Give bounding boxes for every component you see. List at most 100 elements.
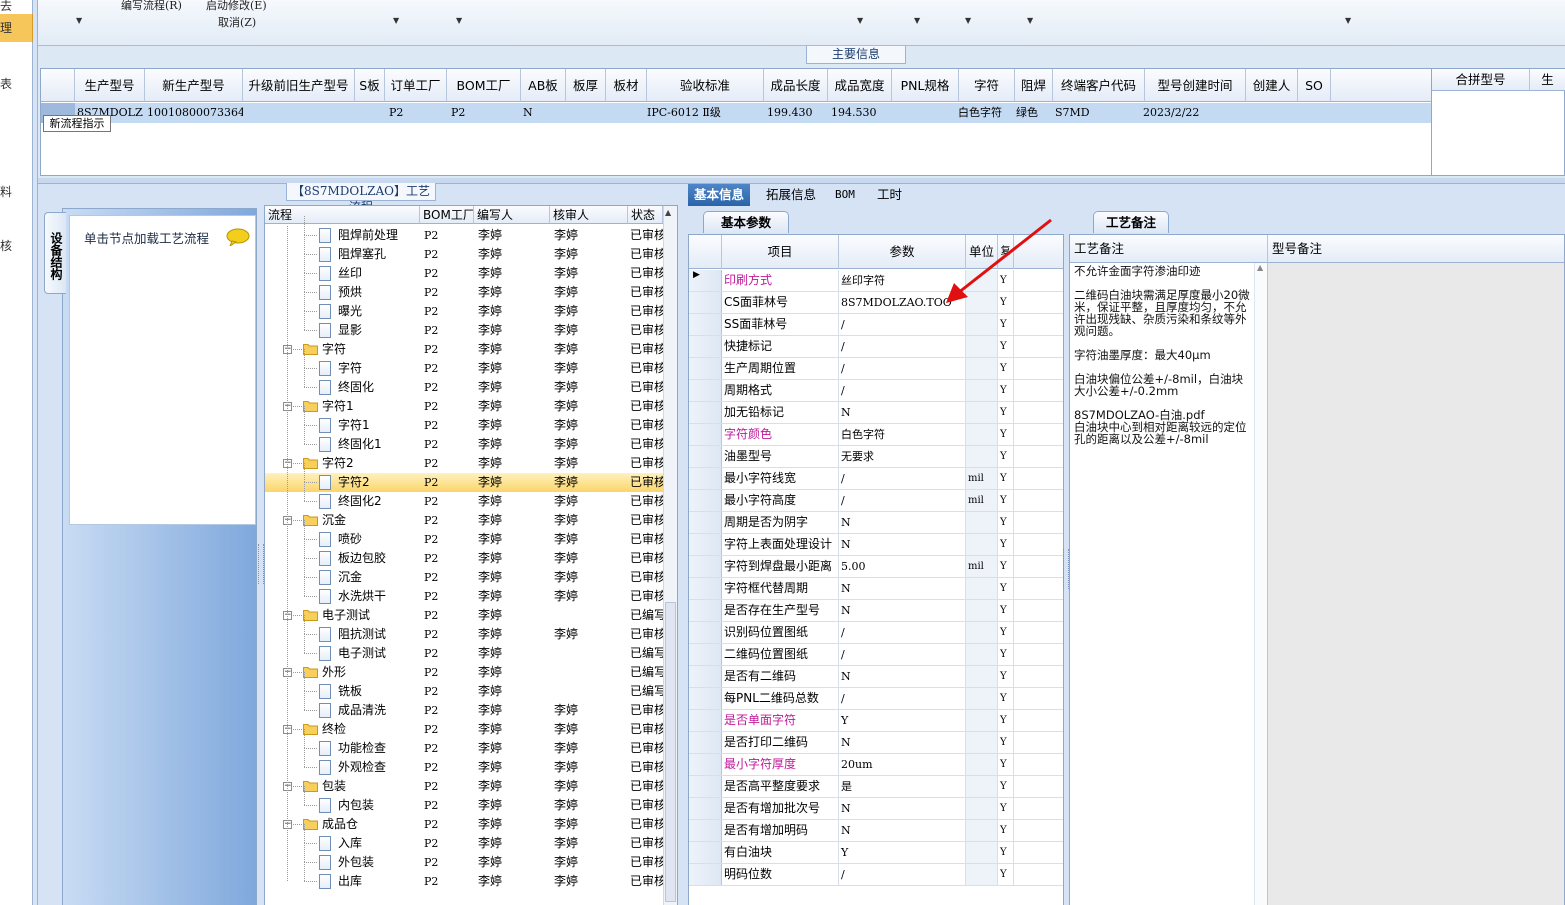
param-row[interactable]: 是否打印二维码 N Y [689,732,1063,754]
tree-node-label[interactable]: 内包装 [338,796,420,815]
param-flag[interactable]: Y [998,688,1014,709]
row-header[interactable] [689,842,722,863]
col-s-board[interactable]: S板 [355,69,385,102]
param-value[interactable]: / [839,688,966,709]
param-value[interactable]: N [839,578,966,599]
edit-flow-button[interactable]: 编写流程(R) [121,0,182,13]
tree-node-label[interactable]: 终固化 [338,378,420,397]
param-flag[interactable]: Y [998,710,1014,731]
param-value[interactable]: Y [839,710,966,731]
tree-node-label[interactable]: 沉金 [322,511,420,530]
param-value[interactable]: 5.00 [839,556,966,577]
row-header[interactable] [689,820,722,841]
param-value[interactable]: / [839,358,966,379]
col-reviewer[interactable]: 核审人 [550,206,628,224]
param-flag[interactable]: Y [998,336,1014,357]
param-flag[interactable]: Y [998,358,1014,379]
param-row[interactable]: 是否存在生产型号 N Y [689,600,1063,622]
tree-node-label[interactable]: 成品清洗 [338,701,420,720]
col-order-factory[interactable]: 订单工厂 [385,69,447,102]
tree-row[interactable]: 终固化1 P2 李婷 李婷 已审核 [265,435,663,454]
param-value[interactable]: 无要求 [839,446,966,467]
tree-row[interactable]: 丝印 P2 李婷 李婷 已审核 [265,264,663,283]
tree-row[interactable]: 沉金 P2 李婷 李婷 已审核 [265,568,663,587]
col-old-model[interactable]: 升级前旧生产型号 [243,69,355,102]
tree-row[interactable]: 字符 P2 李婷 李婷 已审核 [265,359,663,378]
tab-basic-params[interactable]: 基本参数 [703,211,789,233]
row-header[interactable] [689,490,722,511]
param-row[interactable]: SS面菲林号 / Y [689,314,1063,336]
row-header[interactable] [689,644,722,665]
cell-order-factory[interactable]: P2 [389,103,429,123]
row-header[interactable] [689,798,722,819]
param-row[interactable]: 最小字符线宽 / mil Y [689,468,1063,490]
row-header[interactable] [689,578,722,599]
col-flow[interactable]: 流程 [265,206,420,224]
load-hint[interactable]: 单击节点加载工艺流程 [84,228,209,247]
param-flag[interactable]: Y [998,776,1014,797]
row-header[interactable] [689,358,722,379]
col-ab-board[interactable]: AB板 [521,69,566,102]
param-flag[interactable]: Y [998,820,1014,841]
dropdown-arrow-icon[interactable]: ▼ [1345,16,1351,25]
nav-item-3[interactable]: 料 [0,178,33,206]
tree-node-label[interactable]: 外观检查 [338,758,420,777]
param-row[interactable]: 明码位数 / Y [689,864,1063,886]
tree-row[interactable]: 终固化 P2 李婷 李婷 已审核 [265,378,663,397]
param-flag[interactable]: Y [998,666,1014,687]
param-value[interactable]: N [839,798,966,819]
param-row[interactable]: 是否有增加批次号 N Y [689,798,1063,820]
tree-node-label[interactable]: 喷砂 [338,530,420,549]
col-merge-extra[interactable]: 生 [1530,69,1565,91]
param-flag[interactable]: Y [998,600,1014,621]
col-merge-model[interactable]: 合拼型号 [1432,69,1530,91]
cell-width[interactable]: 194.530 [831,103,891,123]
tab-basic-info[interactable]: 基本信息 [688,184,751,206]
col-length[interactable]: 成品长度 [764,69,828,102]
param-row[interactable]: 字符颜色 白色字符 Y [689,424,1063,446]
param-row[interactable]: 是否有二维码 N Y [689,666,1063,688]
tree-row[interactable]: 字符1 P2 李婷 李婷 已审核 [265,416,663,435]
cancel-button[interactable]: 取消(Z) [218,14,256,30]
row-header[interactable] [689,468,722,489]
tree-node-label[interactable]: 出库 [338,872,420,891]
cell-created[interactable]: 2023/2/22 [1143,103,1243,123]
tree-node-label[interactable]: 水洗烘干 [338,587,420,606]
tree-node-label[interactable]: 成品仓 [322,815,420,834]
param-flag[interactable]: Y [998,270,1014,291]
col-model-notes[interactable]: 型号备注 [1268,235,1564,263]
nav-item-1[interactable]: 理 [0,14,33,42]
row-header[interactable] [689,424,722,445]
param-flag[interactable]: Y [998,644,1014,665]
param-row[interactable]: 二维码位置图纸 / Y [689,644,1063,666]
param-value[interactable]: / [839,468,966,489]
tree-node-label[interactable]: 阻焊塞孔 [338,245,420,264]
param-flag[interactable]: Y [998,512,1014,533]
col-process-notes[interactable]: 工艺备注 [1070,235,1268,263]
tree-node-label[interactable]: 字符1 [322,397,420,416]
col-material[interactable]: 板材 [606,69,647,102]
dropdown-arrow-icon[interactable]: ▼ [393,16,399,25]
row-header[interactable] [689,688,722,709]
param-value[interactable]: / [839,644,966,665]
param-flag[interactable]: Y [998,314,1014,335]
tree-node-label[interactable]: 沉金 [338,568,420,587]
col-creator[interactable]: 创建人 [1246,69,1298,102]
param-flag[interactable]: Y [998,864,1014,885]
tree-node-label[interactable]: 显影 [338,321,420,340]
col-pnl[interactable]: PNL规格 [892,69,959,102]
tree-row[interactable]: 电子测试 P2 李婷 已编写 [265,644,663,663]
param-flag[interactable]: Y [998,534,1014,555]
param-value[interactable]: N [839,600,966,621]
cell-standard[interactable]: IPC-6012 Ⅱ级 [647,103,763,123]
param-flag[interactable]: Y [998,292,1014,313]
param-value[interactable]: / [839,336,966,357]
cell-ab-board[interactable]: N [523,103,553,123]
tree-row[interactable]: 出库 P2 李婷 李婷 已审核 [265,872,663,891]
col-bom-factory[interactable]: BOM工厂 [420,206,474,224]
row-header[interactable] [689,622,722,643]
col-bom-factory[interactable]: BOM工厂 [447,69,521,102]
tree-row[interactable]: 板边包胶 P2 李婷 李婷 已审核 [265,549,663,568]
param-flag[interactable]: Y [998,622,1014,643]
param-row[interactable]: 字符框代替周期 N Y [689,578,1063,600]
